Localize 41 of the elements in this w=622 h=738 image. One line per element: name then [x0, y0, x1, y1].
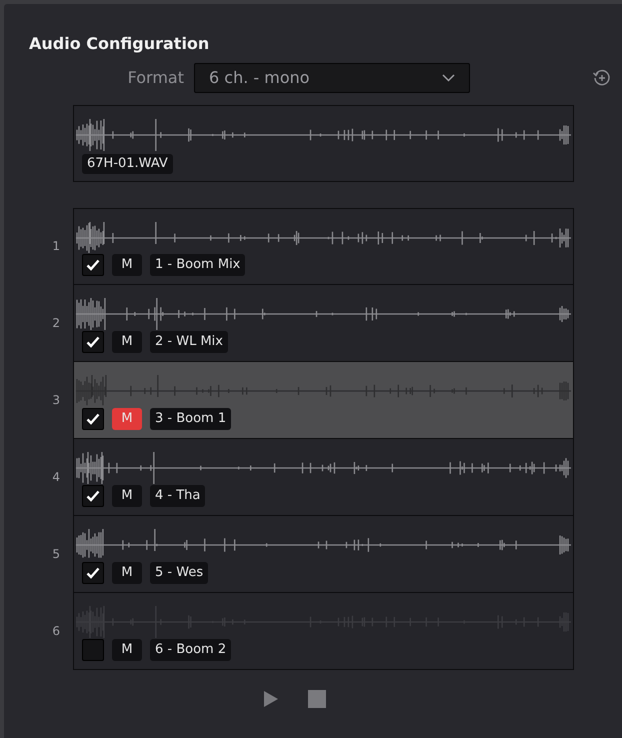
checkmark-icon — [86, 259, 100, 271]
track-number: 6 — [51, 623, 61, 640]
checkbox[interactable] — [82, 331, 104, 353]
mute-button[interactable]: M — [112, 485, 142, 507]
checkbox[interactable] — [82, 639, 104, 661]
track-number: 4 — [51, 469, 61, 486]
track-row[interactable]: M 6 - Boom 2 — [73, 593, 574, 670]
track-name: 3 - Boom 1 — [150, 408, 232, 430]
mute-button[interactable]: M — [112, 639, 142, 661]
track-name: 6 - Boom 2 — [150, 639, 232, 661]
track-row[interactable]: M 3 - Boom 1 — [73, 362, 574, 439]
checkbox[interactable] — [82, 562, 104, 584]
mute-button[interactable]: M — [112, 331, 142, 353]
track-row[interactable]: M 5 - Wes — [73, 516, 574, 593]
checkmark-icon — [86, 413, 100, 425]
track-name: 4 - Tha — [150, 485, 206, 507]
track-name: 5 - Wes — [150, 562, 208, 584]
checkbox[interactable] — [82, 485, 104, 507]
track-row[interactable]: M 4 - Tha — [73, 439, 574, 516]
mute-button[interactable]: M — [112, 254, 142, 276]
chevron-down-icon — [442, 74, 455, 82]
track-name: 1 - Boom Mix — [150, 254, 246, 276]
play-icon[interactable] — [264, 691, 278, 707]
format-label: Format — [126, 67, 185, 89]
file-name: 67H-01.WAV — [82, 154, 173, 174]
checkmark-icon — [86, 490, 100, 502]
mute-button[interactable]: M — [112, 562, 142, 584]
track-row[interactable]: M 2 - WL Mix — [73, 285, 574, 362]
checkmark-icon — [86, 567, 100, 579]
panel-title: Audio Configuration — [29, 34, 210, 54]
track-number: 3 — [51, 392, 61, 409]
track-number: 1 — [51, 238, 61, 255]
checkbox[interactable] — [82, 408, 104, 430]
track-row[interactable]: M 1 - Boom Mix — [73, 208, 574, 285]
checkmark-icon — [86, 336, 100, 348]
track-number: 5 — [51, 546, 61, 563]
track-number: 2 — [51, 315, 61, 332]
reset-icon[interactable] — [592, 68, 612, 88]
track-name: 2 - WL Mix — [150, 331, 228, 353]
checkbox[interactable] — [82, 254, 104, 276]
format-dropdown[interactable]: 6 ch. - mono — [194, 63, 470, 93]
